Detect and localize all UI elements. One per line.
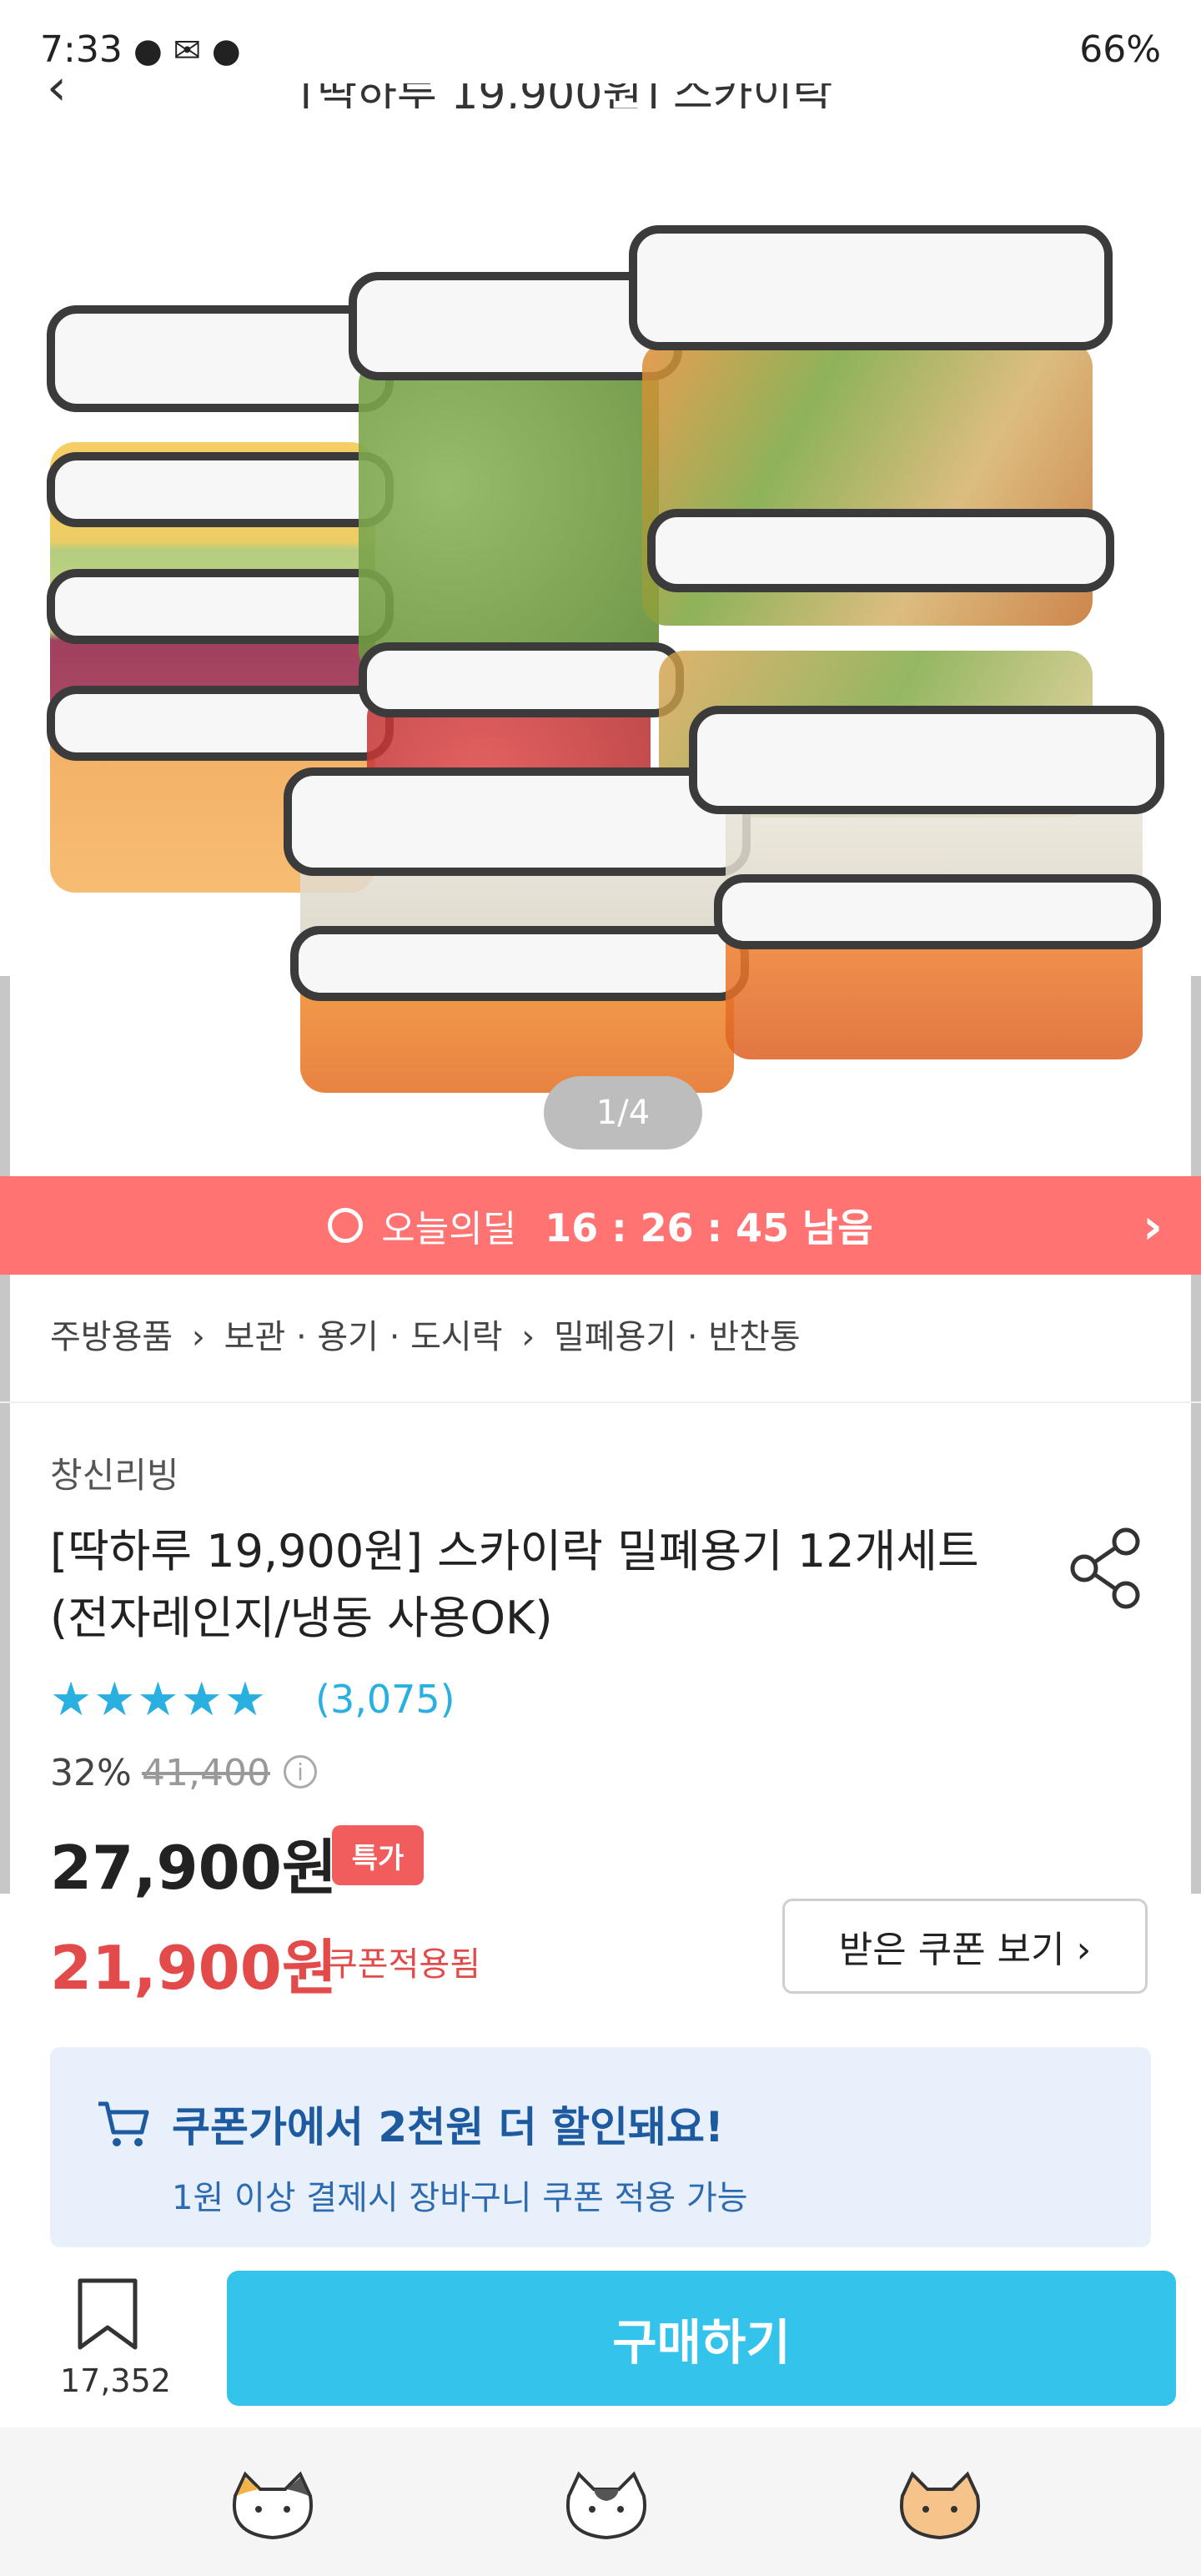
info-icon[interactable]: i <box>284 1755 317 1789</box>
bookmark-icon[interactable] <box>75 2277 140 2352</box>
deal-label: 오늘의딜 <box>381 1208 517 1250</box>
breadcrumb: 주방용품 › 보관 · 용기 · 도시락 › 밀폐용기 · 반찬통 <box>50 1310 801 1358</box>
container-lid <box>47 452 394 527</box>
container-lid <box>714 874 1161 949</box>
cat-home-icon[interactable] <box>560 2471 652 2541</box>
status-bar: 7:33 ● ✉ ● 66% [딱하루 19,900원] 스카이락 ‹ <box>0 0 1201 119</box>
special-badge: 특가 <box>332 1825 424 1885</box>
deal-banner[interactable]: 오늘의딜 16 : 26 : 45 남음 › <box>0 1176 1201 1275</box>
deal-timer: 16 : 26 : 45 남음 <box>545 1205 873 1250</box>
review-count[interactable]: (3,075) <box>315 1677 455 1722</box>
container-lid <box>689 706 1164 814</box>
buy-button[interactable]: 구매하기 <box>227 2271 1176 2406</box>
scroll-indicator-left <box>0 976 10 1894</box>
breadcrumb-item[interactable]: 보관 · 용기 · 도시락 <box>224 1318 503 1356</box>
container-lid <box>359 642 684 717</box>
breadcrumb-item[interactable]: 밀폐용기 · 반찬통 <box>554 1318 801 1356</box>
container-lid <box>290 926 749 1001</box>
notification-icons: ● ✉ ● <box>133 32 241 70</box>
product-image[interactable] <box>0 108 1201 1176</box>
container-lid <box>284 767 751 876</box>
breadcrumb-separator: › <box>191 1318 205 1356</box>
bookmark-count: 17,352 <box>60 2362 171 2399</box>
promo-subtitle: 1원 이상 결제시 장바구니 쿠폰 적용 가능 <box>172 2179 748 2217</box>
cart-icon[interactable] <box>1093 60 1143 93</box>
cat-back-icon[interactable] <box>894 2471 986 2541</box>
container-lid <box>47 305 394 412</box>
sale-price: 27,900원 <box>50 1833 338 1903</box>
rating-stars: ★★★★★ <box>50 1673 269 1727</box>
container-lid <box>47 686 394 761</box>
clock-icon <box>328 1208 364 1243</box>
brand-name[interactable]: 창신리빙 <box>50 1447 179 1498</box>
original-price: 41,400 <box>142 1752 270 1794</box>
container-sprouts <box>359 359 659 676</box>
breadcrumb-item[interactable]: 주방용품 <box>50 1318 173 1356</box>
cart-icon <box>98 2101 149 2146</box>
discount-rate: 32% <box>50 1752 132 1794</box>
divider <box>0 1401 1201 1403</box>
coupon-price: 21,900원 <box>50 1933 338 2003</box>
cat-recent-icon[interactable] <box>227 2471 319 2541</box>
breadcrumb-separator: › <box>521 1318 535 1356</box>
image-pager: 1/4 <box>544 1076 702 1150</box>
container-lid <box>629 225 1113 350</box>
scroll-indicator-right[interactable] <box>1191 976 1201 1894</box>
view-coupons-button[interactable]: 받은 쿠폰 보기 › <box>782 1899 1148 1994</box>
chevron-right-icon[interactable]: › <box>1143 1198 1163 1255</box>
coupon-applied-label: 쿠폰적용됨 <box>327 1945 480 1984</box>
promo-title: 쿠폰가에서 2천원 더 할인돼요! <box>172 2103 724 2151</box>
share-icon[interactable] <box>1068 1527 1144 1610</box>
product-title: [딱하루 19,900원] 스카이락 밀폐용기 12개세트 (전자레인지/냉동 … <box>50 1525 979 1644</box>
container-lid <box>47 569 394 644</box>
search-icon[interactable] <box>959 60 1009 93</box>
container-lid <box>647 509 1114 592</box>
